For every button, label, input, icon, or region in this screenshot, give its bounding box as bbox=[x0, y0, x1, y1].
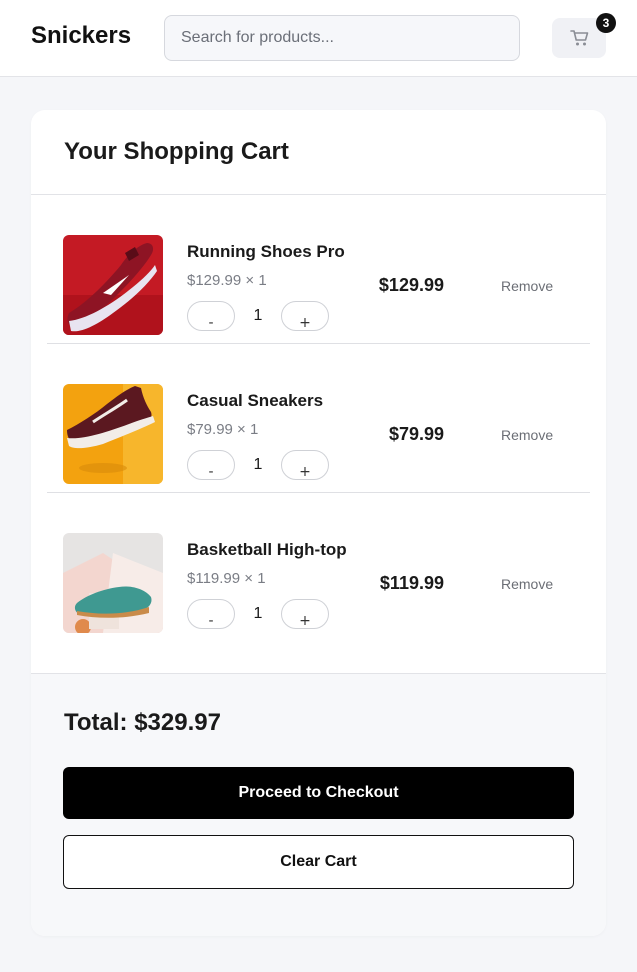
decrease-quantity-button[interactable]: - bbox=[187, 599, 235, 629]
cart-item: Basketball High-top $119.99 × 1 - 1 + $1… bbox=[47, 493, 590, 642]
quantity-value: 1 bbox=[253, 605, 263, 622]
brand-logo[interactable]: Snickers bbox=[31, 22, 131, 50]
plus-label: + bbox=[299, 464, 311, 480]
clear-cart-button[interactable]: Clear Cart bbox=[63, 835, 574, 889]
quantity-value: 1 bbox=[253, 456, 263, 473]
plus-label: + bbox=[299, 315, 311, 331]
product-name[interactable]: Basketball High-top bbox=[187, 540, 347, 560]
cart-item: Running Shoes Pro $129.99 × 1 - 1 + $129… bbox=[47, 195, 590, 344]
line-total: $129.99 bbox=[378, 275, 444, 295]
search-input[interactable] bbox=[164, 15, 520, 61]
decrease-quantity-button[interactable]: - bbox=[187, 450, 235, 480]
increase-quantity-button[interactable]: + bbox=[281, 450, 329, 480]
checkout-button[interactable]: Proceed to Checkout bbox=[63, 767, 574, 819]
product-name[interactable]: Casual Sneakers bbox=[187, 391, 323, 411]
unit-price: $129.99 × 1 bbox=[187, 272, 267, 289]
quantity-value: 1 bbox=[253, 307, 263, 324]
cart-item: Casual Sneakers $79.99 × 1 - 1 + $79.99 … bbox=[47, 344, 590, 493]
remove-item-button[interactable]: Remove bbox=[501, 576, 553, 592]
top-header: Snickers 3 bbox=[0, 0, 637, 77]
cart-count-badge: 3 bbox=[596, 13, 616, 33]
remove-item-button[interactable]: Remove bbox=[501, 278, 553, 294]
shopping-cart-panel: Your Shopping Cart Running Shoes Pro $12… bbox=[31, 110, 606, 936]
increase-quantity-button[interactable]: + bbox=[281, 599, 329, 629]
remove-item-button[interactable]: Remove bbox=[501, 427, 553, 443]
line-total: $79.99 bbox=[388, 424, 444, 444]
cart-summary: Total: $329.97 Proceed to Checkout Clear… bbox=[31, 673, 606, 936]
cart-title: Your Shopping Cart bbox=[64, 138, 289, 165]
minus-label: - bbox=[208, 464, 214, 480]
decrease-quantity-button[interactable]: - bbox=[187, 301, 235, 331]
shopping-cart-icon bbox=[570, 30, 589, 46]
product-name[interactable]: Running Shoes Pro bbox=[187, 242, 345, 262]
cart-total: Total: $329.97 bbox=[64, 709, 221, 736]
product-image[interactable] bbox=[63, 384, 163, 484]
minus-label: - bbox=[208, 613, 214, 629]
product-image[interactable] bbox=[63, 235, 163, 335]
unit-price: $119.99 × 1 bbox=[187, 570, 266, 587]
plus-label: + bbox=[299, 613, 311, 629]
product-image[interactable] bbox=[63, 533, 163, 633]
unit-price: $79.99 × 1 bbox=[187, 421, 259, 438]
line-total: $119.99 bbox=[379, 573, 444, 593]
increase-quantity-button[interactable]: + bbox=[281, 301, 329, 331]
minus-label: - bbox=[208, 315, 214, 331]
